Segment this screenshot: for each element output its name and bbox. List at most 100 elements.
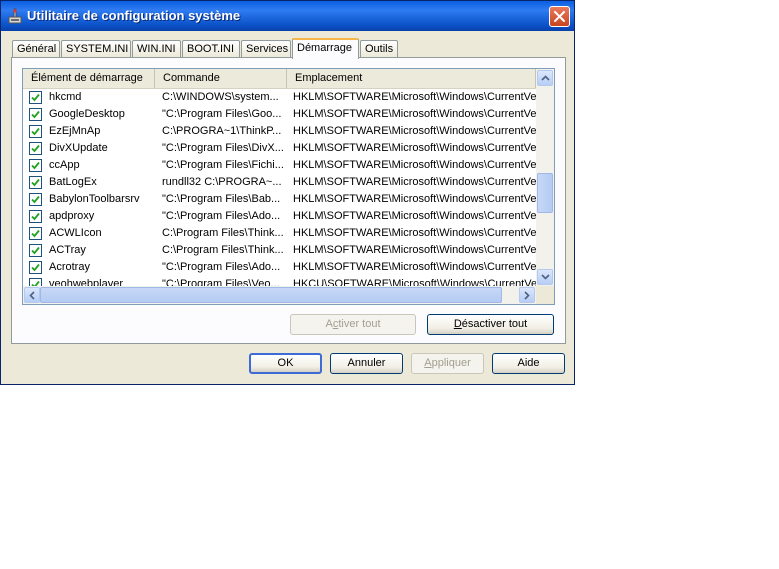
table-row[interactable]: DivXUpdate "C:\Program Files\DivX... HKLM\… (23, 140, 536, 157)
chevron-down-icon (540, 274, 550, 280)
startup-item-checkbox[interactable] (29, 261, 42, 274)
scroll-up-button[interactable] (537, 70, 553, 86)
scroll-left-button[interactable] (24, 287, 40, 303)
tab-label: SYSTEM.INI (66, 43, 129, 55)
tab-startup[interactable]: Démarrage (292, 38, 359, 59)
scroll-right-button[interactable] (519, 287, 535, 303)
startup-item-command: "C:\Program Files\Goo... (162, 108, 282, 120)
tab-boot-ini[interactable]: BOOT.INI (182, 40, 240, 57)
checkmark-icon (31, 144, 40, 153)
button-label: tiver tout (338, 318, 381, 330)
startup-items-list[interactable]: Élément de démarrage Commande Emplacemen… (22, 68, 555, 305)
startup-item-checkbox[interactable] (29, 244, 42, 257)
enable-all-button[interactable]: Activer tout (290, 314, 416, 335)
tab-tools[interactable]: Outils (360, 40, 398, 57)
msconfig-app-icon (7, 8, 23, 24)
vertical-scrollbar[interactable] (536, 69, 554, 286)
startup-item-command: rundll32 C:\PROGRA~... (162, 176, 282, 188)
chevron-up-icon (540, 75, 550, 81)
table-row[interactable]: apdproxy "C:\Program Files\Ado... HKLM\SOF… (23, 208, 536, 225)
title-bar[interactable]: Utilitaire de configuration système (1, 1, 574, 31)
startup-item-checkbox[interactable] (29, 278, 42, 286)
startup-item-location: HKLM\SOFTWARE\Microsoft\Windows\CurrentV… (293, 91, 536, 103)
startup-item-location: HKLM\SOFTWARE\Microsoft\Windows\CurrentV… (293, 108, 536, 120)
checkmark-icon (31, 263, 40, 272)
table-row[interactable]: veohwebplayer "C:\Program Files\Veo... HKC… (23, 276, 536, 286)
tab-system-ini[interactable]: SYSTEM.INI (61, 40, 131, 57)
startup-item-name: DivXUpdate (49, 142, 108, 154)
startup-item-name: ACWLIcon (49, 227, 102, 239)
button-accelerator: D (453, 318, 462, 330)
startup-item-location: HKLM\SOFTWARE\Microsoft\Windows\CurrentV… (293, 210, 536, 222)
table-row[interactable]: hkcmd C:\WINDOWS\system... HKLM\SOFTWARE\M… (23, 89, 536, 106)
checkmark-icon (31, 229, 40, 238)
button-accelerator: A (424, 357, 432, 369)
scrollbar-corner (536, 286, 554, 304)
button-label: ésactiver tout (461, 318, 528, 330)
disable-all-button[interactable]: Désactiver tout (427, 314, 554, 335)
startup-item-name: BabylonToolbarsrv (49, 193, 140, 205)
table-row[interactable]: Acrotray "C:\Program Files\Ado... HKLM\SOF… (23, 259, 536, 276)
startup-item-command: "C:\Program Files\DivX... (162, 142, 284, 154)
startup-item-checkbox[interactable] (29, 125, 42, 138)
chevron-left-icon (29, 290, 35, 300)
ok-button[interactable]: OK (249, 353, 322, 374)
apply-button[interactable]: Appliquer (411, 353, 484, 374)
column-header-startup-item[interactable]: Élément de démarrage (23, 69, 155, 88)
column-header-command[interactable]: Commande (155, 69, 287, 88)
startup-item-checkbox[interactable] (29, 142, 42, 155)
close-icon (554, 11, 565, 22)
startup-item-checkbox[interactable] (29, 210, 42, 223)
tab-label: Outils (365, 43, 394, 55)
startup-item-command: C:\PROGRA~1\ThinkP... (162, 125, 282, 137)
table-row[interactable]: EzEjMnAp C:\PROGRA~1\ThinkP... HKLM\SOFTWA… (23, 123, 536, 140)
cancel-button[interactable]: Annuler (330, 353, 403, 374)
tab-services[interactable]: Services (241, 40, 291, 57)
startup-item-checkbox[interactable] (29, 91, 42, 104)
startup-item-checkbox[interactable] (29, 227, 42, 240)
startup-item-checkbox[interactable] (29, 176, 42, 189)
startup-item-checkbox[interactable] (29, 193, 42, 206)
startup-item-location: HKLM\SOFTWARE\Microsoft\Windows\CurrentV… (293, 142, 536, 154)
horizontal-scrollbar[interactable] (23, 286, 536, 304)
startup-item-name: GoogleDesktop (49, 108, 125, 120)
checkmark-icon (31, 110, 40, 119)
startup-item-name: apdproxy (49, 210, 95, 222)
startup-item-location: HKLM\SOFTWARE\Microsoft\Windows\CurrentV… (293, 261, 536, 273)
startup-item-location: HKLM\SOFTWARE\Microsoft\Windows\CurrentV… (293, 159, 536, 171)
startup-item-name: EzEjMnAp (49, 125, 101, 137)
startup-item-name: ccApp (49, 159, 80, 171)
checkmark-icon (31, 127, 40, 136)
table-row[interactable]: BatLogEx rundll32 C:\PROGRA~... HKLM\SOFTW… (23, 174, 536, 191)
list-rows: hkcmd C:\WINDOWS\system... HKLM\SOFTWARE\M… (23, 89, 536, 286)
close-button[interactable] (549, 6, 570, 27)
startup-item-command: "C:\Program Files\Veo... (162, 278, 280, 286)
table-row[interactable]: GoogleDesktop "C:\Program Files\Goo... HKL… (23, 106, 536, 123)
tab-label: Services (246, 43, 289, 55)
checkmark-icon (31, 212, 40, 221)
startup-item-checkbox[interactable] (29, 108, 42, 121)
startup-item-command: "C:\Program Files\Fichi... (162, 159, 284, 171)
column-header-location[interactable]: Emplacement (287, 69, 536, 88)
chevron-right-icon (524, 290, 530, 300)
horizontal-scroll-thumb[interactable] (40, 287, 502, 303)
table-row[interactable]: ccApp "C:\Program Files\Fichi... HKLM\SOFT… (23, 157, 536, 174)
table-row[interactable]: BabylonToolbarsrv "C:\Program Files\Bab..… (23, 191, 536, 208)
startup-item-location: HKLM\SOFTWARE\Microsoft\Windows\CurrentV… (293, 176, 536, 188)
vertical-scroll-thumb[interactable] (537, 173, 553, 213)
startup-item-checkbox[interactable] (29, 159, 42, 172)
table-row[interactable]: ACWLIcon C:\Program Files\Think... HKLM\SO… (23, 225, 536, 242)
table-row[interactable]: ACTray C:\Program Files\Think... HKLM\SOFT… (23, 242, 536, 259)
tab-label: Général (17, 43, 57, 55)
tab-general[interactable]: Général (12, 40, 60, 57)
startup-item-name: veohwebplayer (49, 278, 123, 286)
startup-item-command: C:\Program Files\Think... (162, 244, 284, 256)
help-button[interactable]: Aide (492, 353, 565, 374)
scroll-down-button[interactable] (537, 269, 553, 285)
checkmark-icon (31, 161, 40, 170)
startup-item-command: C:\WINDOWS\system... (162, 91, 279, 103)
startup-item-location: HKLM\SOFTWARE\Microsoft\Windows\CurrentV… (293, 227, 536, 239)
tab-label: Démarrage (297, 42, 353, 54)
startup-item-name: ACTray (49, 244, 86, 256)
tab-win-ini[interactable]: WIN.INI (132, 40, 181, 57)
